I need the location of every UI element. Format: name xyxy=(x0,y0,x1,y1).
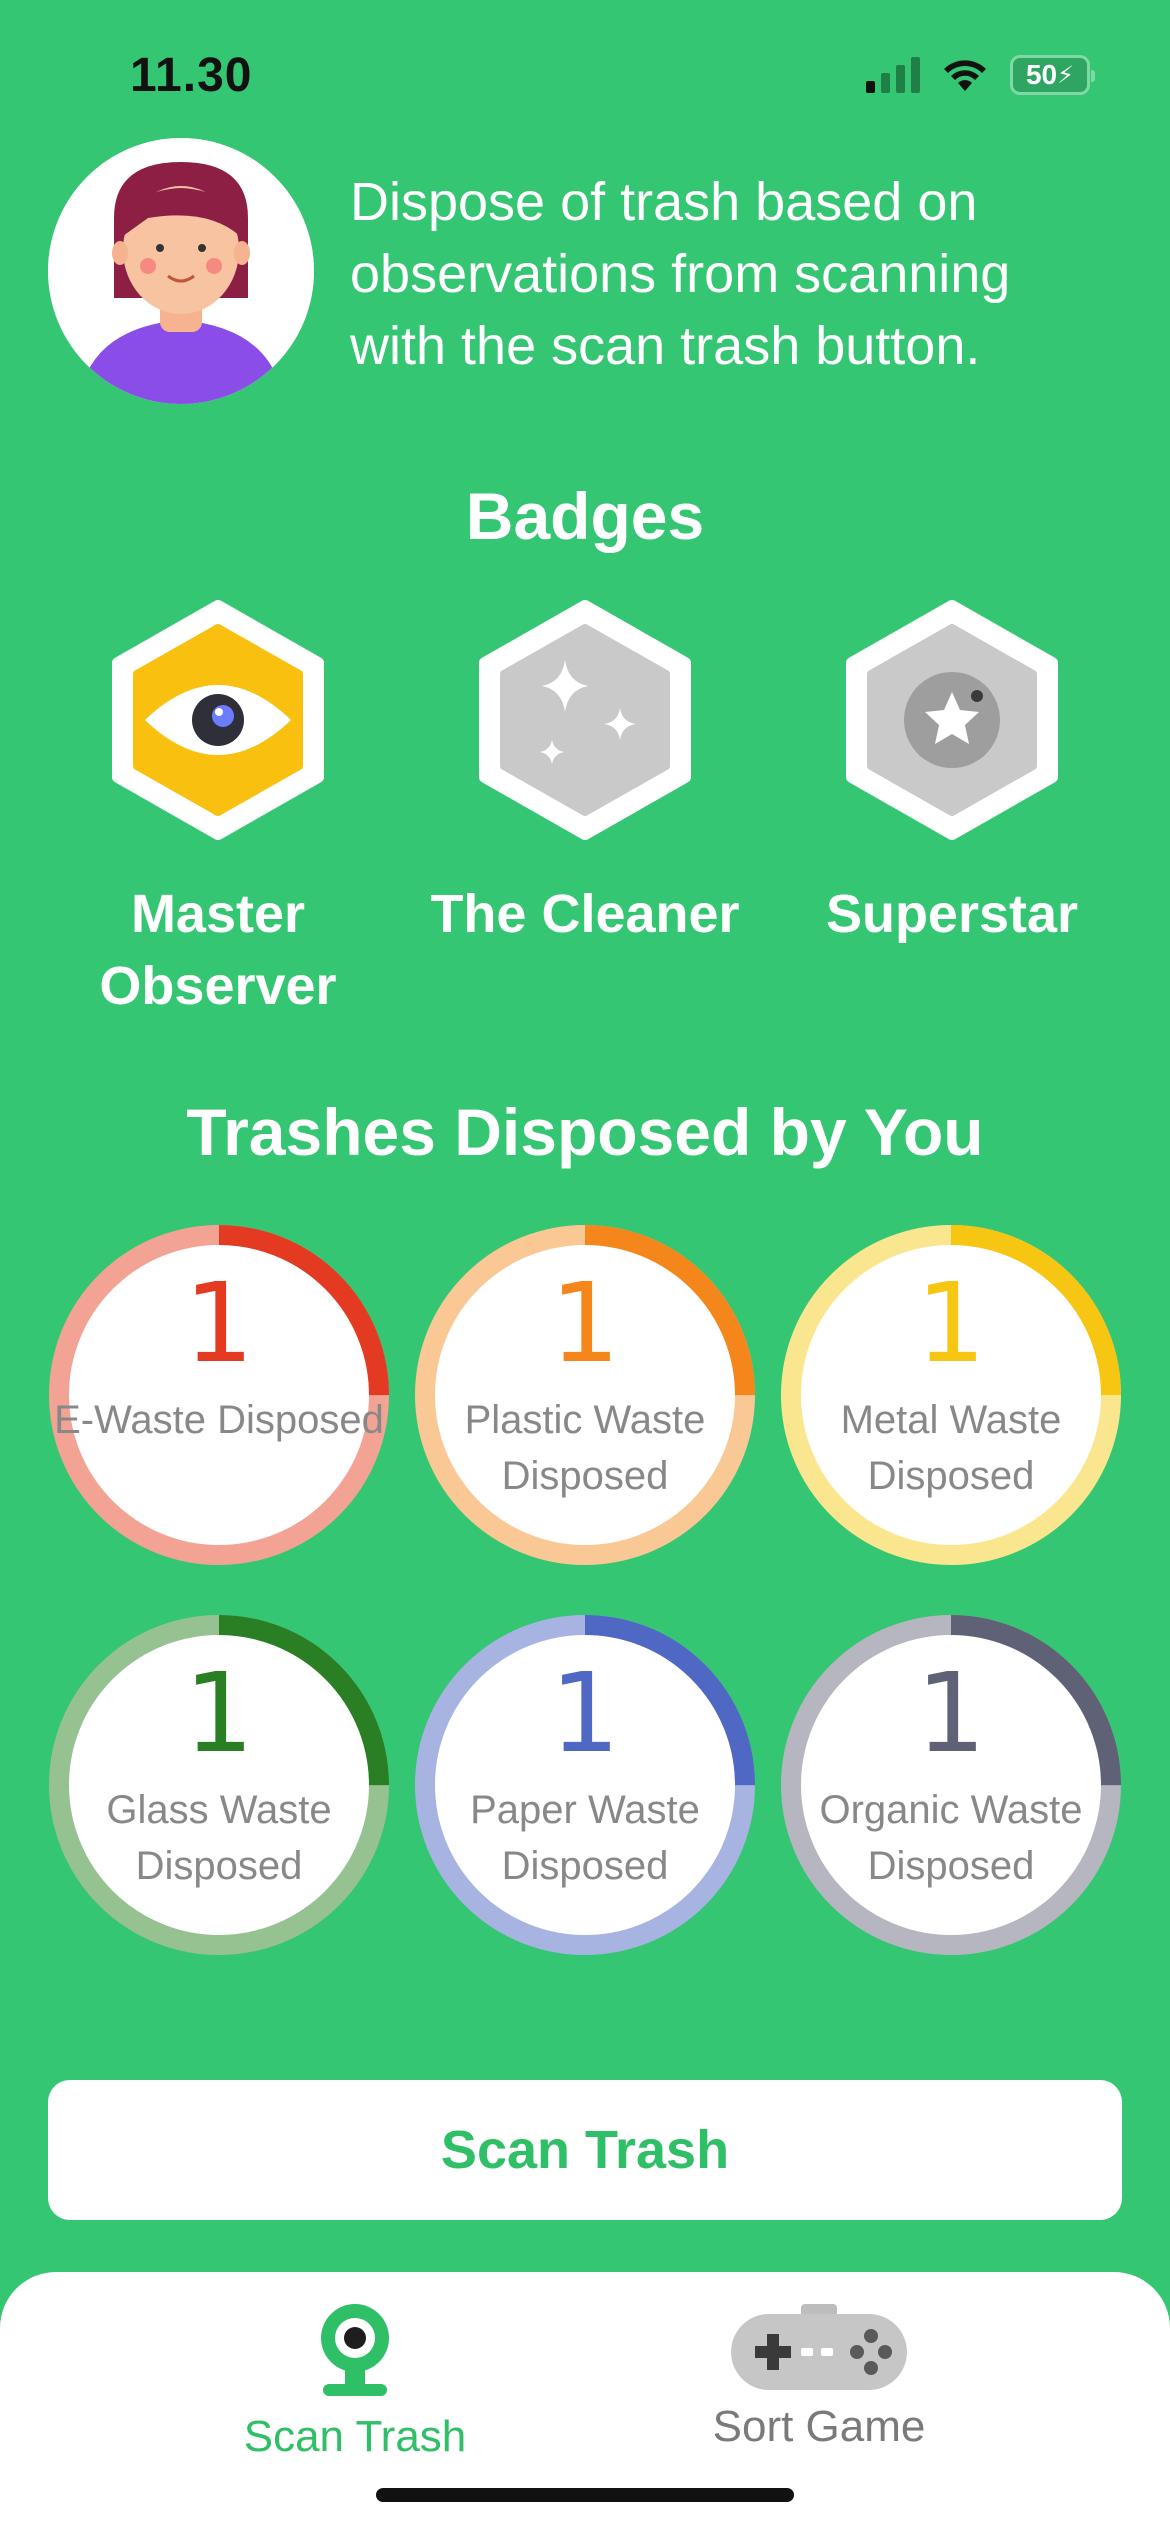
stats-grid: 1 E-Waste Disposed 1 Plastic Waste Dispo… xyxy=(0,1220,1170,1980)
intro-header: Dispose of trash based on observations f… xyxy=(48,138,1128,408)
stat-count: 1 xyxy=(184,1259,254,1387)
scan-trash-button[interactable]: Scan Trash xyxy=(48,2080,1122,2220)
badge-label: The Cleaner xyxy=(430,884,740,944)
stat-label: Organic Waste Disposed xyxy=(819,1788,1083,1888)
battery-level: 50 xyxy=(1025,59,1058,90)
stat-label: Metal Waste Disposed xyxy=(840,1398,1062,1498)
stat-label: E-Waste Disposed xyxy=(54,1398,384,1442)
wifi-icon xyxy=(944,60,986,91)
stat-label: Plastic Waste Disposed xyxy=(464,1398,706,1498)
badge-superstar[interactable]: Superstar xyxy=(792,600,1112,950)
stat-e-waste: 1 E-Waste Disposed xyxy=(44,1220,394,1570)
stat-metal-waste: 1 Metal Waste Disposed xyxy=(776,1220,1126,1570)
intro-description: Dispose of trash based on observations f… xyxy=(350,172,1011,376)
stat-paper-waste: 1 Paper Waste Disposed xyxy=(410,1610,760,1960)
badges-row: Master Observer The Cleaner Superstar xyxy=(0,600,1170,1040)
avatar xyxy=(48,138,314,404)
stat-count: 1 xyxy=(550,1259,620,1387)
tab-label: Scan Trash xyxy=(243,2412,467,2461)
status-bar: 11.30 50 ⚡ xyxy=(0,0,1170,150)
star-icon xyxy=(846,600,1058,840)
stat-label: Glass Waste Disposed xyxy=(106,1788,332,1888)
sparkles-icon xyxy=(479,600,691,840)
gamepad-icon xyxy=(731,2304,907,2390)
stat-glass-waste: 1 Glass Waste Disposed xyxy=(44,1610,394,1960)
tab-scan-trash[interactable]: Scan Trash xyxy=(190,2302,520,2462)
eye-icon xyxy=(112,600,324,840)
tab-sort-game[interactable]: Sort Game xyxy=(654,2302,984,2452)
badges-title: Badges xyxy=(465,479,705,553)
stats-title: Trashes Disposed by You xyxy=(186,1095,984,1169)
stat-label: Paper Waste Disposed xyxy=(470,1788,700,1888)
badge-the-cleaner[interactable]: The Cleaner xyxy=(425,600,745,950)
stat-count: 1 xyxy=(184,1649,254,1777)
stat-plastic-waste: 1 Plastic Waste Disposed xyxy=(410,1220,760,1570)
stat-count: 1 xyxy=(550,1649,620,1777)
tab-label: Sort Game xyxy=(712,2402,926,2451)
home-indicator xyxy=(376,2488,794,2502)
badge-label: Superstar xyxy=(825,884,1079,944)
badge-master-observer[interactable]: Master Observer xyxy=(58,600,378,1022)
webcam-icon xyxy=(321,2304,389,2396)
status-icons: 50 ⚡ xyxy=(866,55,1095,95)
badge-label: Master Observer xyxy=(99,884,337,1016)
user-avatar-icon xyxy=(48,138,314,404)
stat-organic-waste: 1 Organic Waste Disposed xyxy=(776,1610,1126,1960)
status-time: 11.30 xyxy=(130,49,253,102)
battery-icon: 50 ⚡ xyxy=(1010,55,1095,95)
stat-count: 1 xyxy=(916,1649,986,1777)
stat-count: 1 xyxy=(916,1259,986,1387)
signal-icon xyxy=(866,57,920,93)
